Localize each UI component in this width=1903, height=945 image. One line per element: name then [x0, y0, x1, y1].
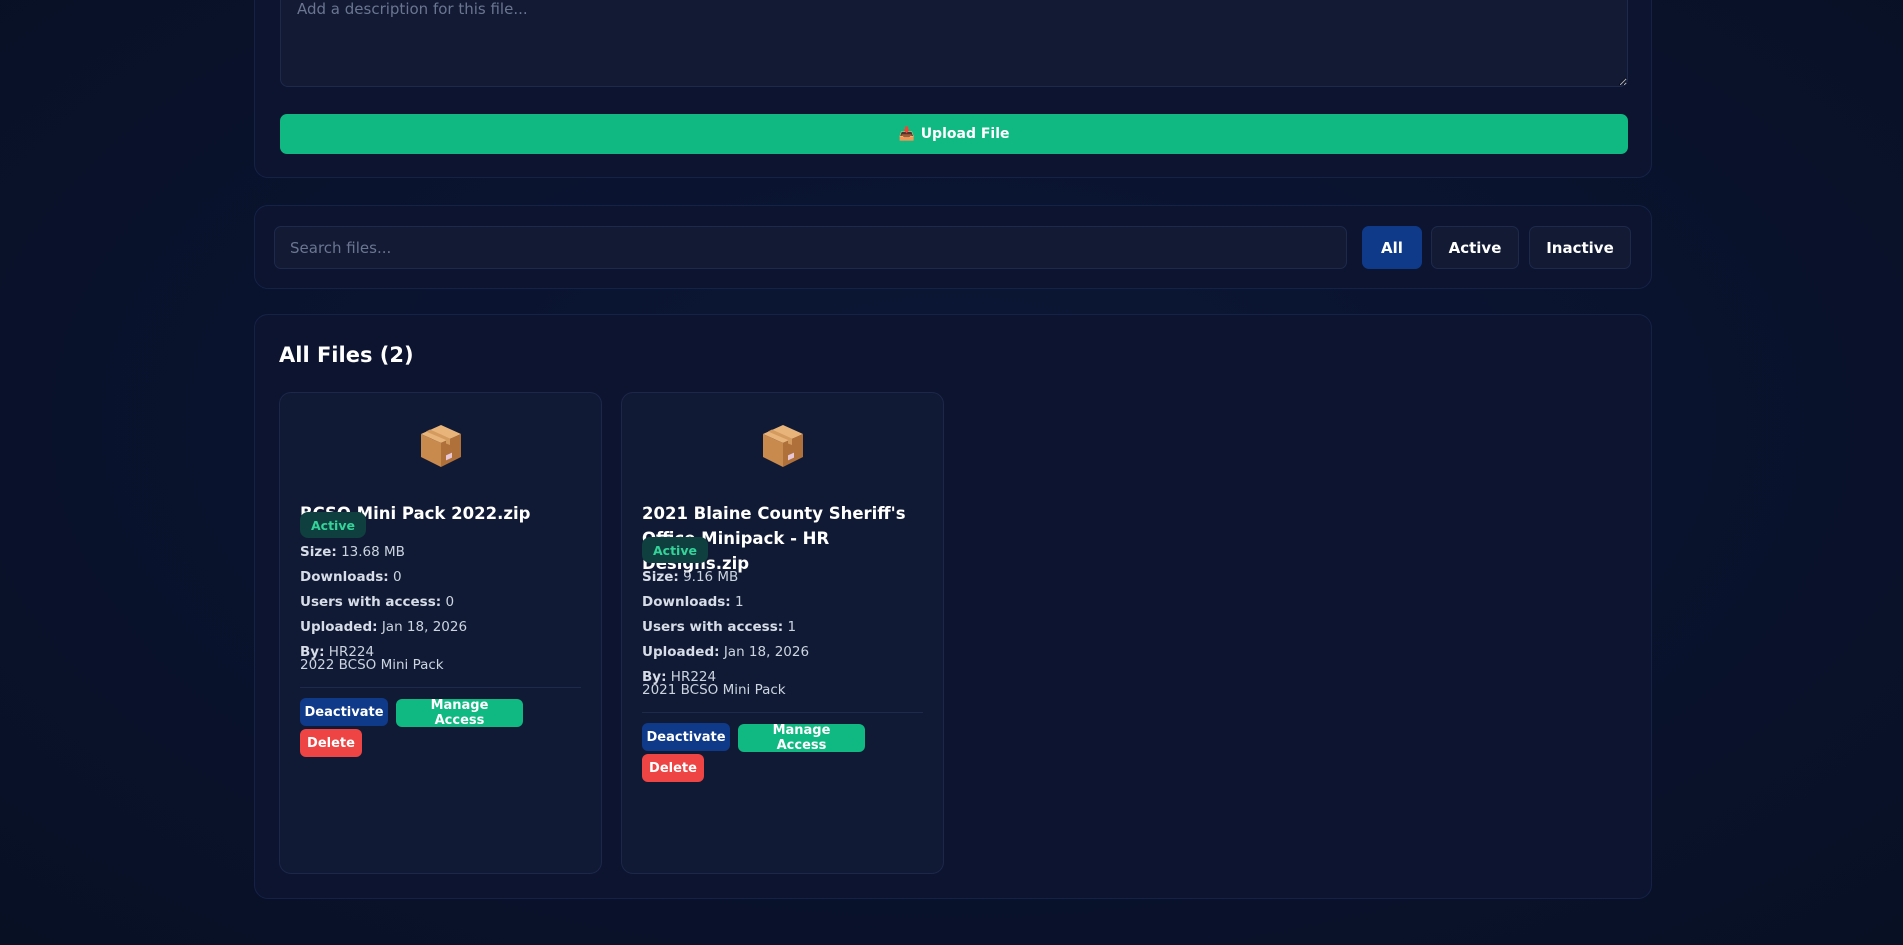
inbox-upload-icon: 📥: [898, 126, 915, 142]
upload-file-button[interactable]: 📥 Upload File: [280, 114, 1628, 154]
meta-downloads: Downloads: 1: [642, 594, 744, 610]
files-title: All Files (2): [279, 343, 414, 367]
upload-button-label: Upload File: [920, 126, 1010, 142]
search-input[interactable]: [274, 226, 1347, 269]
divider: [642, 712, 923, 713]
file-description: 2022 BCSO Mini Pack: [300, 657, 444, 673]
divider: [300, 687, 581, 688]
deactivate-button[interactable]: Deactivate: [642, 723, 730, 751]
file-meta: Size: 9.16 MB Downloads: 1 Users with ac…: [642, 565, 809, 690]
file-meta: Size: 13.68 MB Downloads: 0 Users with a…: [300, 540, 467, 665]
meta-size: Size: 13.68 MB: [300, 544, 405, 560]
meta-downloads: Downloads: 0: [300, 569, 402, 585]
deactivate-button[interactable]: Deactivate: [300, 698, 388, 726]
package-icon: [420, 425, 461, 467]
manage-access-button[interactable]: Manage Access: [738, 723, 865, 753]
meta-users: Users with access: 0: [300, 594, 455, 610]
file-card: BCSO Mini Pack 2022.zip Active Size: 13.…: [279, 392, 602, 874]
filter-all-button[interactable]: All: [1362, 226, 1422, 269]
meta-size: Size: 9.16 MB: [642, 569, 739, 585]
status-badge: Active: [300, 512, 366, 538]
filter-inactive-button[interactable]: Inactive: [1529, 226, 1631, 269]
description-textarea[interactable]: [280, 0, 1628, 87]
file-card: 2021 Blaine County Sheriff's Office Mini…: [621, 392, 944, 874]
manage-access-button[interactable]: Manage Access: [396, 698, 523, 728]
files-panel: All Files (2) BCSO Mini Pack 2022.zip Ac…: [254, 314, 1652, 899]
meta-uploaded: Uploaded: Jan 18, 2026: [642, 644, 810, 660]
delete-button[interactable]: Delete: [642, 754, 704, 782]
meta-users: Users with access: 1: [642, 619, 797, 635]
package-icon: [762, 425, 803, 467]
delete-button[interactable]: Delete: [300, 729, 362, 757]
file-description: 2021 BCSO Mini Pack: [642, 682, 786, 698]
meta-uploaded: Uploaded: Jan 18, 2026: [300, 619, 468, 635]
search-panel: All Active Inactive: [254, 205, 1652, 289]
filter-active-button[interactable]: Active: [1431, 226, 1519, 269]
status-badge: Active: [642, 537, 708, 563]
upload-panel: 📥 Upload File: [254, 0, 1652, 178]
